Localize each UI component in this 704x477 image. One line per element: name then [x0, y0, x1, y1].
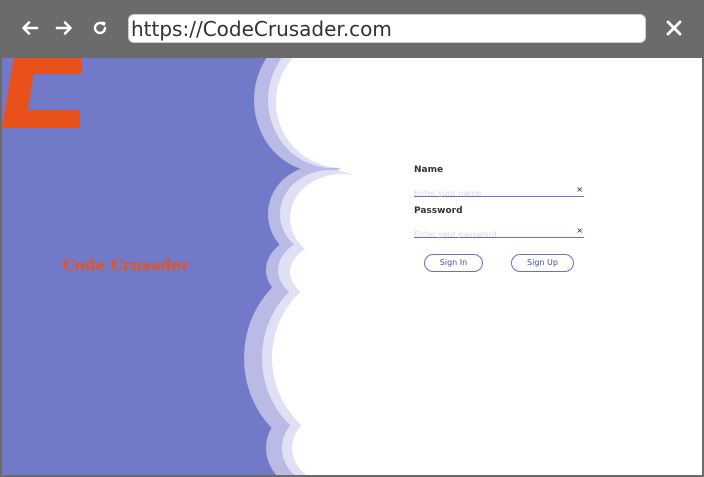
code-crusader-logo-icon [2, 58, 82, 128]
brand-name: Code Crusader [62, 256, 190, 274]
arrow-right-icon [55, 21, 72, 35]
name-field: × [414, 183, 584, 200]
brand-panel: Code Crusader [2, 58, 702, 475]
sign-in-button[interactable]: Sign In [424, 254, 483, 272]
sign-up-button[interactable]: Sign Up [511, 254, 574, 272]
page-viewport: Code Crusader Name × Password × Sign In … [2, 58, 702, 475]
password-field: × [414, 224, 584, 241]
password-label: Password [414, 206, 463, 216]
login-form: Name × Password × [414, 164, 584, 241]
back-button[interactable] [16, 14, 44, 42]
reload-button[interactable] [86, 14, 114, 42]
reload-icon [93, 21, 107, 35]
close-icon [666, 20, 682, 36]
name-input[interactable] [414, 187, 572, 200]
address-bar[interactable]: https://CodeCrusader.com [128, 14, 646, 43]
password-input[interactable] [414, 228, 572, 241]
clear-name-icon[interactable]: × [576, 185, 583, 195]
close-button[interactable] [662, 15, 686, 41]
name-label: Name [414, 165, 444, 175]
arrow-left-icon [22, 21, 39, 35]
auth-buttons: Sign In Sign Up [424, 254, 576, 272]
clear-password-icon[interactable]: × [576, 226, 583, 236]
forward-button[interactable] [50, 14, 78, 42]
browser-toolbar: https://CodeCrusader.com [0, 0, 704, 58]
